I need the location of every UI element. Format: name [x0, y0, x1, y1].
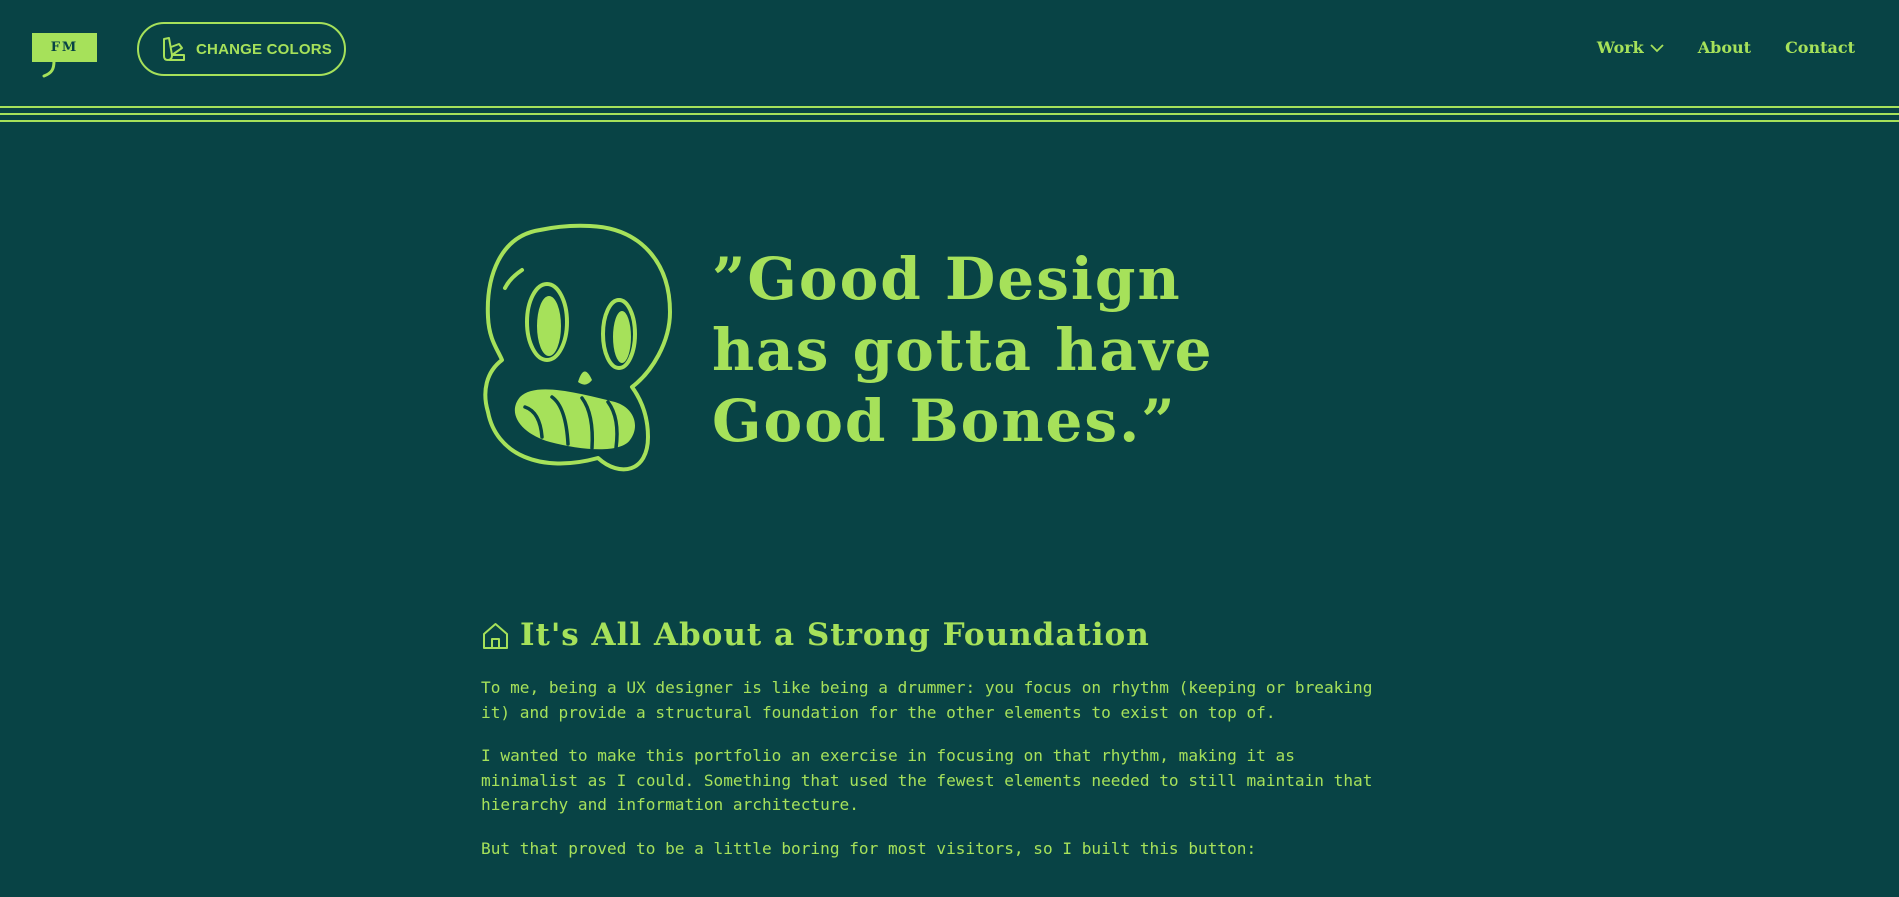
- change-colors-label: CHANGE COLORS: [196, 40, 332, 58]
- chevron-down-icon: [1650, 43, 1664, 53]
- nav-contact[interactable]: Contact: [1785, 38, 1855, 57]
- paragraph: But that proved to be a little boring fo…: [481, 838, 1257, 858]
- header-divider: [0, 106, 1899, 127]
- paragraph: I wanted to make this portfolio an exerc…: [481, 746, 1373, 814]
- nav-work-label: Work: [1596, 38, 1644, 57]
- site-header: FM CHANGE COLORS Work About Contact: [0, 0, 1899, 100]
- hero-quote: ”Good Design has gotta have Good Bones.”: [712, 244, 1392, 457]
- section-title: It's All About a Strong Foundation: [520, 617, 1150, 653]
- nav-about[interactable]: About: [1698, 38, 1751, 57]
- hero-quote-line: Good Bones.”: [712, 387, 1177, 455]
- change-colors-button[interactable]: CHANGE COLORS: [137, 22, 346, 76]
- home-icon: [481, 621, 510, 650]
- swatch-icon: [159, 35, 187, 63]
- hero-quote-line: has gotta have: [712, 316, 1214, 384]
- logo[interactable]: FM: [32, 33, 97, 78]
- section-body: To me, being a UX designer is like being…: [481, 676, 1381, 880]
- skull-icon: [483, 223, 672, 472]
- nav-work[interactable]: Work: [1597, 38, 1664, 57]
- main-nav: Work About Contact: [1563, 38, 1855, 57]
- logo-text: FM: [32, 33, 97, 62]
- hero-quote-line: ”Good Design: [712, 245, 1182, 313]
- paragraph: To me, being a UX designer is like being…: [481, 678, 1373, 722]
- logo-speech-tail-icon: [42, 60, 56, 78]
- section-heading: It's All About a Strong Foundation: [481, 617, 1150, 653]
